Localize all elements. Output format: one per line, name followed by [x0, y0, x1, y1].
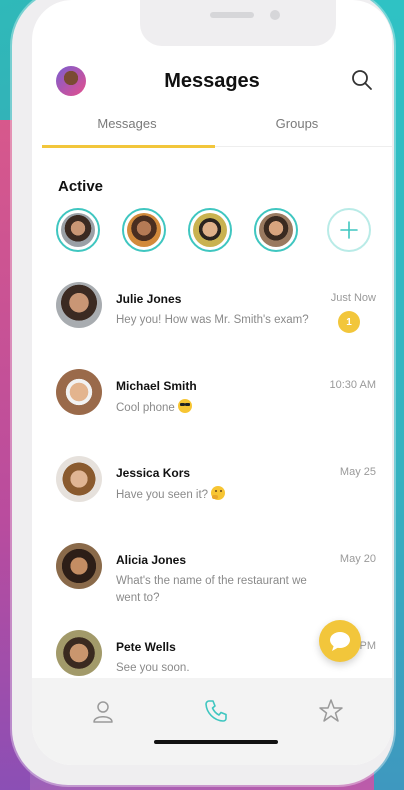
phone-icon[interactable] — [203, 698, 229, 724]
new-message-button[interactable] — [319, 620, 361, 662]
active-contact-avatar[interactable] — [56, 208, 100, 252]
message-preview: See you soon. — [116, 662, 190, 674]
contact-name: Jessica Kors — [116, 466, 191, 480]
message-time: PM — [359, 640, 377, 652]
app-screen: Messages Messages Groups Active Julie Jo… — [32, 0, 392, 765]
tab-messages[interactable]: Messages — [42, 116, 212, 131]
search-icon[interactable] — [350, 68, 374, 92]
message-time: May 20 — [339, 553, 376, 565]
list-item[interactable]: Julie Jones Hey you! How was Mr. Smith's… — [56, 282, 376, 362]
person-icon[interactable] — [90, 698, 116, 724]
contact-name: Alicia Jones — [116, 553, 187, 567]
message-preview: Hey you! How was Mr. Smith's exam? — [116, 314, 309, 326]
list-item[interactable]: Michael Smith Cool phone 10:30 AM — [56, 369, 376, 449]
contact-name: Pete Wells — [116, 640, 176, 654]
sunglasses-emoji-icon — [177, 399, 192, 413]
contact-name: Michael Smith — [116, 379, 197, 393]
active-contact-avatar[interactable] — [254, 208, 298, 252]
page-title: Messages — [164, 70, 260, 92]
unread-badge: 1 — [338, 311, 360, 333]
add-contact-button[interactable] — [327, 208, 371, 252]
speaker — [210, 12, 254, 18]
phone-notch — [140, 0, 336, 46]
message-preview: What's the name of the restaurant we wen… — [116, 575, 307, 604]
chat-bubble-icon — [330, 632, 350, 651]
bottom-navigation — [32, 678, 392, 765]
list-item[interactable]: Jessica Kors Have you seen it? May 25 — [56, 456, 376, 536]
message-preview: Have you seen it? — [116, 486, 316, 504]
message-preview: Cool phone — [116, 399, 316, 417]
tab-groups[interactable]: Groups — [212, 116, 382, 131]
contact-name: Julie Jones — [116, 292, 182, 306]
phone-frame: Messages Messages Groups Active Julie Jo… — [12, 0, 394, 785]
avatar — [56, 282, 102, 328]
avatar — [56, 630, 102, 676]
message-time: 10:30 AM — [329, 379, 376, 391]
camera — [270, 10, 280, 20]
active-contact-avatar[interactable] — [188, 208, 232, 252]
plus-icon — [340, 221, 358, 239]
thinking-emoji-icon — [211, 486, 226, 500]
message-time: Just Now — [330, 292, 376, 304]
active-section-label: Active — [58, 178, 104, 195]
active-tab-indicator — [42, 145, 215, 148]
home-indicator — [154, 740, 278, 744]
avatar — [56, 543, 102, 589]
message-time: May 25 — [339, 466, 376, 478]
avatar — [56, 369, 102, 415]
active-contacts-row — [56, 208, 376, 258]
active-contact-avatar[interactable] — [122, 208, 166, 252]
avatar — [56, 456, 102, 502]
star-icon[interactable] — [318, 698, 344, 724]
list-item[interactable]: Alicia Jones What's the name of the rest… — [56, 543, 376, 623]
tab-divider — [215, 146, 392, 147]
